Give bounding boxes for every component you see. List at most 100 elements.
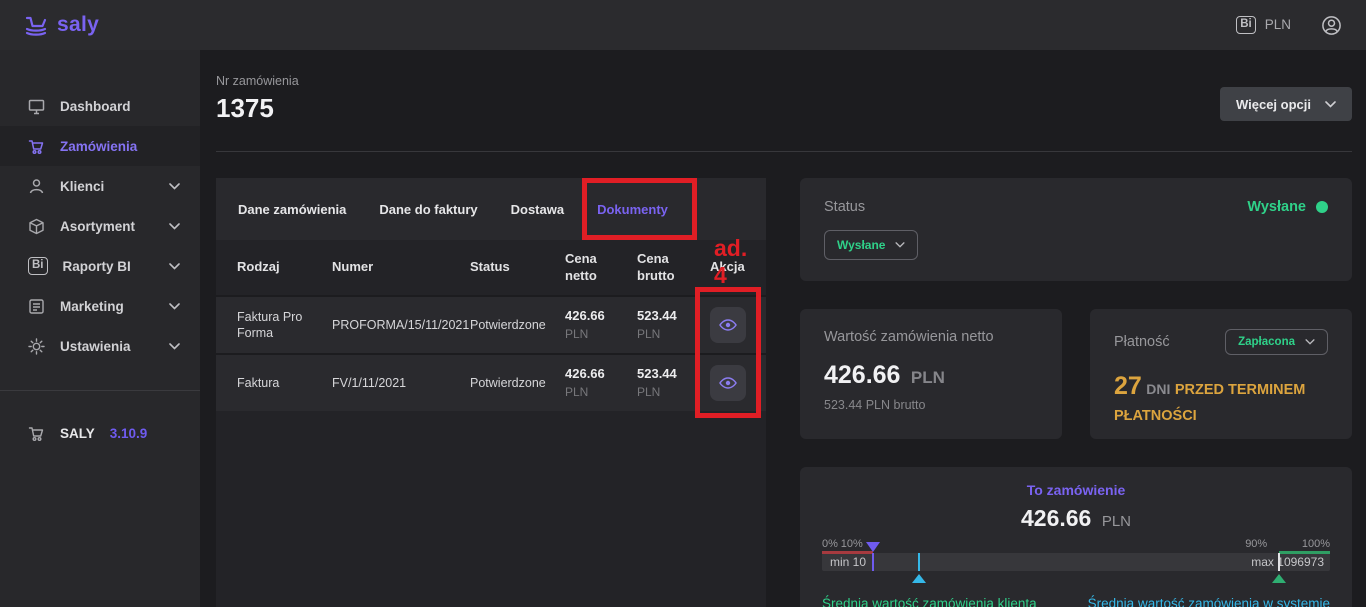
chevron-down-icon bbox=[169, 343, 180, 350]
topbar-right: Bi PLN bbox=[1236, 15, 1342, 36]
column-header-akcja: Akcja bbox=[710, 259, 753, 276]
page-header: Nr zamówienia 1375 Więcej opcji bbox=[216, 50, 1352, 152]
system-avg-marker-icon bbox=[1272, 574, 1286, 583]
person-icon bbox=[28, 178, 45, 195]
sidebar-item-label: Asortyment bbox=[60, 219, 135, 234]
ninety-percent-tick bbox=[1278, 553, 1280, 571]
column-header-cena-netto: Cena netto bbox=[565, 251, 613, 284]
table-row: Faktura FV/1/11/2021 Potwierdzone 426.66… bbox=[216, 353, 766, 411]
status-dropdown-value: Wysłane bbox=[837, 238, 885, 252]
sidebar-item-label: Ustawienia bbox=[60, 339, 131, 354]
cell-numer: FV/1/11/2021 bbox=[332, 375, 470, 391]
cube-icon bbox=[28, 218, 45, 235]
cell-cena-brutto: 523.44 PLN bbox=[637, 308, 710, 342]
chevron-down-icon bbox=[1325, 101, 1336, 108]
chevron-down-icon bbox=[169, 183, 180, 190]
sidebar-item-raporty-bi[interactable]: Bi Raporty BI bbox=[0, 246, 200, 286]
cell-rodzaj: Faktura Pro Forma bbox=[237, 309, 332, 342]
payment-card: Płatność Zapłacona 27 DNI PRZED T bbox=[1090, 309, 1352, 439]
more-options-label: Więcej opcji bbox=[1236, 97, 1311, 112]
chevron-down-icon bbox=[169, 263, 180, 270]
cell-status: Potwierdzone bbox=[470, 317, 565, 333]
high-range-segment bbox=[1279, 551, 1330, 554]
payment-days-unit: DNI bbox=[1146, 381, 1170, 397]
payment-days: 27 bbox=[1114, 372, 1142, 400]
cell-status: Potwierdzone bbox=[470, 375, 565, 391]
currency-selector[interactable]: Bi PLN bbox=[1236, 16, 1291, 34]
sidebar-item-label: Zamówienia bbox=[60, 139, 137, 154]
tick-label-100: 100% bbox=[1302, 538, 1330, 550]
column-header-status: Status bbox=[470, 259, 565, 276]
sidebar-item-marketing[interactable]: Marketing bbox=[0, 286, 200, 326]
status-value: Wysłane bbox=[1247, 199, 1306, 215]
order-value-gauge-card: To zamówienie 426.66 PLN 0% 10% 90% 100%… bbox=[800, 467, 1352, 607]
bi-icon: Bi bbox=[28, 257, 48, 275]
panel-empty-area bbox=[216, 411, 766, 607]
tick-label-0: 0% bbox=[822, 538, 838, 550]
gauge-title: To zamówienie bbox=[822, 482, 1330, 498]
status-dropdown[interactable]: Wysłane bbox=[824, 230, 918, 260]
monitor-icon bbox=[28, 98, 45, 115]
order-number: 1375 bbox=[216, 93, 299, 124]
chevron-down-icon bbox=[169, 303, 180, 310]
eye-icon bbox=[719, 318, 737, 332]
tab-dane-zamowienia[interactable]: Dane zamówienia bbox=[238, 202, 346, 217]
app-name: SALY bbox=[60, 426, 95, 441]
this-order-marker-line bbox=[872, 553, 874, 571]
tab-dokumenty[interactable]: Dokumenty bbox=[597, 202, 668, 217]
sidebar-footer: SALY 3.10.9 bbox=[0, 413, 200, 453]
client-avg-marker-line bbox=[918, 553, 920, 571]
account-icon[interactable] bbox=[1321, 15, 1342, 36]
currency-label: PLN bbox=[1265, 17, 1291, 32]
tick-label-90: 90% bbox=[1245, 538, 1267, 550]
payment-dropdown-value: Zapłacona bbox=[1238, 336, 1295, 348]
sidebar-item-label: Marketing bbox=[60, 299, 124, 314]
sidebar-item-zamowienia[interactable]: Zamówienia bbox=[0, 126, 200, 166]
tab-dane-do-faktury[interactable]: Dane do faktury bbox=[379, 202, 477, 217]
order-number-label: Nr zamówienia bbox=[216, 74, 299, 88]
price-unit: PLN bbox=[637, 327, 702, 343]
sidebar-item-dashboard[interactable]: Dashboard bbox=[0, 86, 200, 126]
sidebar-divider bbox=[0, 390, 200, 391]
order-value-slider: 0% 10% 90% 100% min 10 max 1096973 bbox=[822, 538, 1330, 584]
tab-dostawa[interactable]: Dostawa bbox=[511, 202, 564, 217]
cart-icon bbox=[28, 138, 45, 155]
gauge-value-unit: PLN bbox=[1102, 513, 1131, 530]
chevron-down-icon bbox=[1305, 339, 1315, 345]
sidebar-item-label: Dashboard bbox=[60, 99, 131, 114]
column-header-cena-brutto: Cena brutto bbox=[637, 251, 685, 284]
sidebar: Dashboard Zamówienia Klienci Asortyment bbox=[0, 50, 200, 607]
net-value-title: Wartość zamówienia netto bbox=[824, 329, 1038, 345]
legend-client-average: Średnia wartość zamówienia klienta bbox=[822, 596, 1037, 607]
app-logo[interactable]: saly bbox=[24, 13, 99, 37]
gross-value: 523.44 PLN brutto bbox=[824, 398, 1038, 412]
payment-dropdown[interactable]: Zapłacona bbox=[1225, 329, 1328, 355]
sidebar-item-label: Raporty BI bbox=[63, 259, 131, 274]
sidebar-item-klienci[interactable]: Klienci bbox=[0, 166, 200, 206]
sidebar-item-ustawienia[interactable]: Ustawienia bbox=[0, 326, 200, 366]
main-content: Nr zamówienia 1375 Więcej opcji Dane zam… bbox=[200, 50, 1366, 607]
payment-title: Płatność bbox=[1114, 334, 1170, 350]
sidebar-item-asortyment[interactable]: Asortyment bbox=[0, 206, 200, 246]
more-options-button[interactable]: Więcej opcji bbox=[1220, 87, 1352, 121]
price-value: 523.44 bbox=[637, 366, 702, 383]
max-label: max 1096973 bbox=[1251, 555, 1324, 569]
sidebar-item-label: Klienci bbox=[60, 179, 104, 194]
price-unit: PLN bbox=[637, 385, 702, 401]
tab-bar: Dane zamówienia Dane do faktury Dostawa … bbox=[216, 178, 766, 240]
preview-document-button[interactable] bbox=[710, 307, 746, 343]
price-value: 426.66 bbox=[565, 366, 629, 383]
price-value: 426.66 bbox=[565, 308, 629, 325]
document-icon bbox=[28, 298, 45, 315]
app-version: 3.10.9 bbox=[110, 426, 148, 441]
cell-numer: PROFORMA/15/11/2021 bbox=[332, 317, 470, 333]
cell-cena-brutto: 523.44 PLN bbox=[637, 366, 710, 400]
preview-document-button[interactable] bbox=[710, 365, 746, 401]
table-row: Faktura Pro Forma PROFORMA/15/11/2021 Po… bbox=[216, 295, 766, 353]
net-value: 426.66 bbox=[824, 361, 900, 389]
cell-cena-netto: 426.66 PLN bbox=[565, 308, 637, 342]
right-column: Status Wysłane Wysłane bbox=[800, 178, 1352, 607]
status-dot-icon bbox=[1316, 201, 1328, 213]
currency-icon: Bi bbox=[1236, 16, 1256, 34]
cart-logo-icon bbox=[24, 13, 50, 37]
